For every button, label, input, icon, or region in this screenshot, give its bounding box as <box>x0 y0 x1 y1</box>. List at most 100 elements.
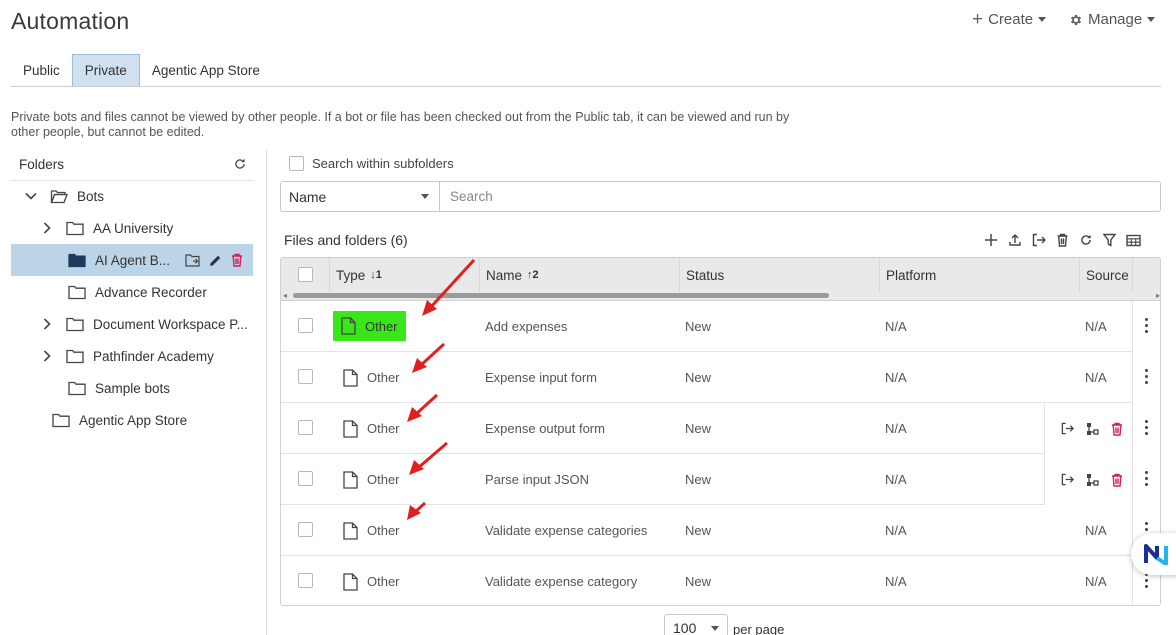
type-cell: Other <box>343 556 400 605</box>
row-actions <box>1044 454 1132 505</box>
file-name[interactable]: Validate expense category <box>485 556 637 605</box>
file-name[interactable]: Parse input JSON <box>485 454 589 505</box>
row-checkbox[interactable] <box>298 471 313 486</box>
folder-agentic-app-store[interactable]: Agentic App Store <box>11 404 253 436</box>
edit-pencil-icon[interactable] <box>209 254 222 267</box>
tab-private[interactable]: Private <box>71 54 140 86</box>
file-name[interactable]: Validate expense categories <box>485 505 647 556</box>
folder-advance-recorder[interactable]: Advance Recorder <box>11 276 253 308</box>
source-cell: N/A <box>1085 574 1107 589</box>
folder-bots[interactable]: Bots <box>11 180 253 212</box>
chevron-down-icon <box>421 194 429 199</box>
add-icon[interactable] <box>984 233 998 247</box>
annotation-arrow <box>422 258 476 316</box>
dependencies-icon[interactable] <box>1086 422 1099 436</box>
platform-cell: N/A <box>885 523 907 538</box>
annotation-arrows <box>407 258 476 520</box>
chevron-down-icon <box>711 625 719 631</box>
chevron-right-icon[interactable] <box>40 221 54 235</box>
upload-icon[interactable] <box>1008 233 1022 247</box>
column-platform-header[interactable]: Platform <box>879 258 1079 292</box>
status-cell: New <box>685 421 712 436</box>
scrollbar-thumb[interactable] <box>293 293 829 298</box>
refresh-icon[interactable] <box>1079 233 1093 247</box>
row-actions <box>1044 403 1132 454</box>
file-name[interactable]: Add expenses <box>485 301 567 352</box>
scroll-left-icon[interactable]: ◂ <box>283 291 287 300</box>
column-status-header[interactable]: Status <box>679 258 879 292</box>
pane-divider[interactable] <box>266 150 267 635</box>
folder-ai-agent[interactable]: AI Agent B... <box>11 244 253 276</box>
row-checkbox[interactable] <box>298 522 313 537</box>
checkin-icon[interactable] <box>1032 233 1046 247</box>
delete-trash-icon[interactable] <box>1111 422 1123 436</box>
manage-button[interactable]: Manage <box>1069 11 1156 28</box>
files-title: Files and folders (6) <box>284 232 408 248</box>
delete-icon[interactable] <box>1056 233 1069 247</box>
row-menu-cell <box>1132 301 1160 352</box>
status-cell: New <box>685 319 712 334</box>
file-icon <box>341 317 356 335</box>
table-row[interactable]: Other Validate expense category New N/A N/A <box>281 556 1160 605</box>
delete-trash-icon[interactable] <box>231 253 243 267</box>
sort-desc-icon: ↓1 <box>370 269 382 281</box>
chevron-right-icon[interactable] <box>40 349 54 363</box>
row-checkbox[interactable] <box>298 573 313 588</box>
more-options-icon[interactable] <box>1140 369 1152 384</box>
folder-aa-university[interactable]: AA University <box>11 212 253 244</box>
more-options-icon[interactable] <box>1140 420 1152 435</box>
checkin-icon[interactable] <box>1061 473 1074 486</box>
chevron-down-icon[interactable] <box>24 189 38 203</box>
column-source-header[interactable]: Source <box>1079 258 1132 292</box>
dependencies-icon[interactable] <box>1086 473 1099 487</box>
folders-header: Folders <box>19 157 65 172</box>
move-folder-icon[interactable] <box>185 253 200 267</box>
select-all-checkbox[interactable] <box>298 267 313 282</box>
folder-pathfinder-academy[interactable]: Pathfinder Academy <box>11 340 253 372</box>
folder-open-icon <box>50 189 68 203</box>
assistant-launcher[interactable] <box>1131 533 1176 575</box>
table-columns-icon[interactable] <box>1126 234 1141 247</box>
filter-icon[interactable] <box>1103 233 1116 247</box>
file-icon <box>343 470 358 489</box>
file-name[interactable]: Expense input form <box>485 352 597 403</box>
row-menu-cell <box>1132 454 1160 505</box>
folder-icon <box>66 349 84 363</box>
type-cell: Other <box>343 505 400 556</box>
type-cell: Other <box>343 454 400 505</box>
more-options-icon[interactable] <box>1140 318 1152 333</box>
refresh-folders-button[interactable] <box>233 157 247 171</box>
search-subfolders-checkbox[interactable] <box>289 156 304 171</box>
more-options-icon[interactable] <box>1140 573 1152 588</box>
delete-trash-icon[interactable] <box>1111 473 1123 487</box>
scroll-right-icon[interactable]: ▸ <box>1156 291 1160 300</box>
annotation-arrow <box>412 342 446 373</box>
source-cell: N/A <box>1085 523 1107 538</box>
status-cell: New <box>685 472 712 487</box>
column-name-header[interactable]: Name ↑2 <box>479 258 679 292</box>
page-size-select[interactable]: 100 <box>664 614 728 635</box>
checkin-icon[interactable] <box>1061 422 1074 435</box>
row-checkbox[interactable] <box>298 318 313 333</box>
source-cell: N/A <box>1085 370 1107 385</box>
platform-cell: N/A <box>885 574 907 589</box>
folder-sample-bots[interactable]: Sample bots <box>11 372 253 404</box>
file-name[interactable]: Expense output form <box>485 403 605 454</box>
tab-agentic-app-store[interactable]: Agentic App Store <box>140 54 272 86</box>
search-field-select[interactable]: Name <box>280 181 440 212</box>
sort-asc-icon: ↑2 <box>527 269 539 281</box>
page-title: Automation <box>11 8 130 34</box>
more-options-icon[interactable] <box>1140 471 1152 486</box>
platform-cell: N/A <box>885 421 907 436</box>
search-subfolders-option[interactable]: Search within subfolders <box>289 156 454 171</box>
tab-public[interactable]: Public <box>11 54 72 86</box>
folder-icon <box>52 413 70 427</box>
refresh-icon <box>235 158 245 169</box>
chevron-right-icon[interactable] <box>40 317 54 331</box>
annotation-arrow <box>409 441 448 475</box>
search-input[interactable] <box>439 181 1161 212</box>
row-checkbox[interactable] <box>298 420 313 435</box>
row-checkbox[interactable] <box>298 369 313 384</box>
create-button[interactable]: + Create <box>972 10 1047 29</box>
folder-document-workspace[interactable]: Document Workspace P... <box>11 308 253 340</box>
